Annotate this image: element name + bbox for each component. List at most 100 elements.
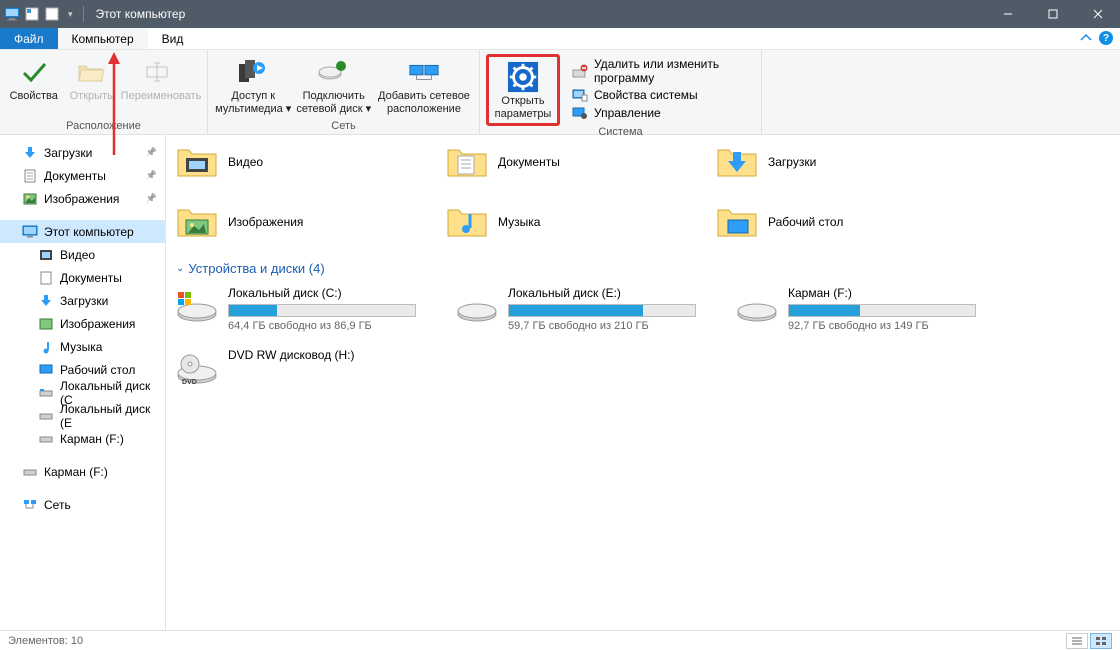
pictures-folder-icon <box>176 201 218 243</box>
qat-properties-icon[interactable] <box>24 6 40 22</box>
item-count: Элементов: 10 <box>8 635 83 647</box>
hdd-icon <box>22 464 38 480</box>
rename-icon <box>145 56 177 88</box>
this-pc-small-icon <box>22 224 38 240</box>
network-location-icon <box>408 56 440 88</box>
divider <box>83 6 84 22</box>
sidebar-network[interactable]: Сеть <box>0 493 165 516</box>
view-details-button[interactable] <box>1066 633 1088 649</box>
document-icon <box>38 270 54 286</box>
drive-f[interactable]: Карман (F:) 92,7 ГБ свободно из 149 ГБ <box>736 286 976 332</box>
qat-blank-icon[interactable] <box>44 6 60 22</box>
drive-dvd[interactable]: DVD DVD RW дисковод (H:) <box>176 348 416 390</box>
folder-pictures[interactable]: Изображения <box>176 201 386 243</box>
view-tiles-button[interactable] <box>1090 633 1112 649</box>
network-drive-icon <box>318 56 350 88</box>
sidebar-this-pc[interactable]: Этот компьютер <box>0 220 165 243</box>
sys-props-label: Свойства системы <box>594 88 698 102</box>
sidebar-pictures[interactable]: Изображения <box>0 187 165 210</box>
folder-videos[interactable]: Видео <box>176 141 386 183</box>
sidebar-downloads2[interactable]: Загрузки <box>0 289 165 312</box>
menu-view[interactable]: Вид <box>148 28 198 49</box>
drive-name: Локальный диск (E:) <box>508 286 696 300</box>
folder-music[interactable]: Музыка <box>446 201 656 243</box>
system-properties-icon <box>572 87 588 103</box>
sidebar-music[interactable]: Музыка <box>0 335 165 358</box>
chevron-down-icon: ⌄ <box>176 263 184 274</box>
drives-header[interactable]: ⌄Устройства и диски (4) <box>176 261 1110 276</box>
hdd-icon <box>38 408 54 424</box>
status-bar: Элементов: 10 <box>0 630 1120 650</box>
menu-strip: Файл Компьютер Вид ? <box>0 28 1120 50</box>
open-settings-button[interactable]: Открытьпараметры <box>491 59 555 121</box>
manage-button[interactable]: Управление <box>568 104 755 122</box>
minimize-button[interactable] <box>985 0 1030 28</box>
titlebar: ▾ Этот компьютер <box>0 0 1120 28</box>
folder-label: Рабочий стол <box>768 215 843 229</box>
folder-label: Изображения <box>228 215 303 229</box>
open-settings-label: Открытьпараметры <box>495 95 552 121</box>
film-icon <box>38 247 54 263</box>
add-network-location-button[interactable]: Добавить сетевое расположение <box>375 54 473 116</box>
folder-desktop[interactable]: Рабочий стол <box>716 201 926 243</box>
network-icon <box>22 497 38 513</box>
properties-button[interactable]: Свойства <box>6 54 62 103</box>
document-icon <box>22 168 38 184</box>
uninstall-program-button[interactable]: Удалить или изменить программу <box>568 56 755 86</box>
menu-computer[interactable]: Компьютер <box>58 28 148 49</box>
window-title: Этот компьютер <box>96 7 186 21</box>
hdd-icon <box>38 385 54 401</box>
media-access-button[interactable]: Доступ к мультимедиа ▾ <box>214 54 292 116</box>
group-location-label: Расположение <box>0 120 207 134</box>
drive-name: Локальный диск (C:) <box>228 286 416 300</box>
documents-folder-icon <box>446 141 488 183</box>
sidebar-disk-f2[interactable]: Карман (F:) <box>0 460 165 483</box>
map-drive-label: Подключить сетевой диск ▾ <box>294 90 372 116</box>
sidebar-disk-e[interactable]: Локальный диск (E <box>0 404 165 427</box>
help-icon[interactable]: ? <box>1098 30 1114 46</box>
properties-label: Свойства <box>10 90 58 103</box>
menu-file[interactable]: Файл <box>0 28 58 49</box>
os-drive-icon <box>176 286 218 328</box>
drive-c[interactable]: Локальный диск (C:) 64,4 ГБ свободно из … <box>176 286 416 332</box>
open-label: Открыть <box>70 90 113 103</box>
folder-downloads[interactable]: Загрузки <box>716 141 926 183</box>
dvd-drive-icon: DVD <box>176 348 218 390</box>
rename-button: Переименовать <box>121 54 201 103</box>
music-folder-icon <box>446 201 488 243</box>
maximize-button[interactable] <box>1030 0 1075 28</box>
drive-name: DVD RW дисковод (H:) <box>228 348 416 362</box>
sidebar: Загрузки Документы Изображения Этот комп… <box>0 135 166 630</box>
gear-icon <box>507 61 539 93</box>
qat-dropdown-icon[interactable]: ▾ <box>64 9 77 20</box>
content-area: Видео Документы Загрузки Изображения Муз… <box>166 135 1120 630</box>
system-properties-button[interactable]: Свойства системы <box>568 86 755 104</box>
map-drive-button[interactable]: Подключить сетевой диск ▾ <box>294 54 372 116</box>
ribbon-minimize-icon[interactable] <box>1078 30 1094 46</box>
drive-free-text: 64,4 ГБ свободно из 86,9 ГБ <box>228 320 416 332</box>
sidebar-pictures2[interactable]: Изображения <box>0 312 165 335</box>
sidebar-downloads[interactable]: Загрузки <box>0 141 165 164</box>
sidebar-documents[interactable]: Документы <box>0 164 165 187</box>
sidebar-videos[interactable]: Видео <box>0 243 165 266</box>
folder-label: Видео <box>228 155 263 169</box>
drive-name: Карман (F:) <box>788 286 976 300</box>
hdd-drive-icon <box>736 286 778 328</box>
ribbon: Свойства Открыть Переименовать Расположе… <box>0 50 1120 135</box>
sidebar-documents2[interactable]: Документы <box>0 266 165 289</box>
add-location-label: Добавить сетевое расположение <box>375 90 473 116</box>
download-arrow-icon <box>22 145 38 161</box>
manage-label: Управление <box>594 106 661 120</box>
media-label: Доступ к мультимедиа ▾ <box>214 90 292 116</box>
desktop-icon <box>38 362 54 378</box>
sidebar-disk-f[interactable]: Карман (F:) <box>0 427 165 450</box>
folder-label: Документы <box>498 155 560 169</box>
hdd-drive-icon <box>456 286 498 328</box>
svg-text:DVD: DVD <box>182 379 197 386</box>
videos-folder-icon <box>176 141 218 183</box>
folder-documents[interactable]: Документы <box>446 141 656 183</box>
close-button[interactable] <box>1075 0 1120 28</box>
hdd-icon <box>38 431 54 447</box>
media-icon <box>237 56 269 88</box>
drive-e[interactable]: Локальный диск (E:) 59,7 ГБ свободно из … <box>456 286 696 332</box>
